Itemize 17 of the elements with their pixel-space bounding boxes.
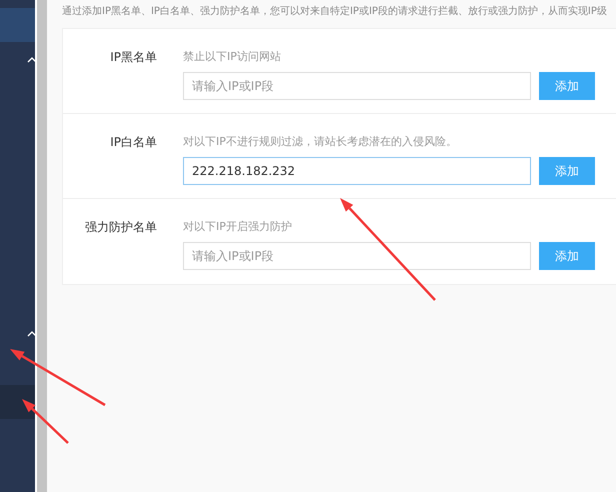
field-label: 强力防护名单 <box>84 219 157 236</box>
hint-text: 禁止以下IP访问网站 <box>183 49 282 65</box>
field-label: IP白名单 <box>109 134 157 151</box>
sidebar-item[interactable] <box>0 385 35 419</box>
ip-input-field[interactable]: 222.218.182.232 <box>183 157 531 185</box>
add-button[interactable]: 添加 <box>539 157 595 185</box>
hint-text: 对以下IP开启强力防护 <box>183 219 293 235</box>
ip-input-field[interactable]: 请输入IP或IP段 <box>183 72 531 100</box>
field-label: IP黑名单 <box>109 49 157 66</box>
add-button[interactable]: 添加 <box>539 72 595 100</box>
hint-text: 对以下IP不进行规则过滤，请站长考虑潜在的入侵风险。 <box>183 134 458 150</box>
chevron-icon[interactable] <box>27 331 37 337</box>
scrollbar[interactable] <box>35 0 47 492</box>
ip-input-field[interactable]: 请输入IP或IP段 <box>183 242 531 270</box>
add-button[interactable]: 添加 <box>539 242 595 270</box>
chevron-icon[interactable] <box>27 57 37 63</box>
description-text: 通过添加IP黑名单、IP白名单、强力防护名单，您可以对来自特定IP或IP段的请求进行拦截、放行或强力防护，从而实现IP级 <box>62 5 608 19</box>
